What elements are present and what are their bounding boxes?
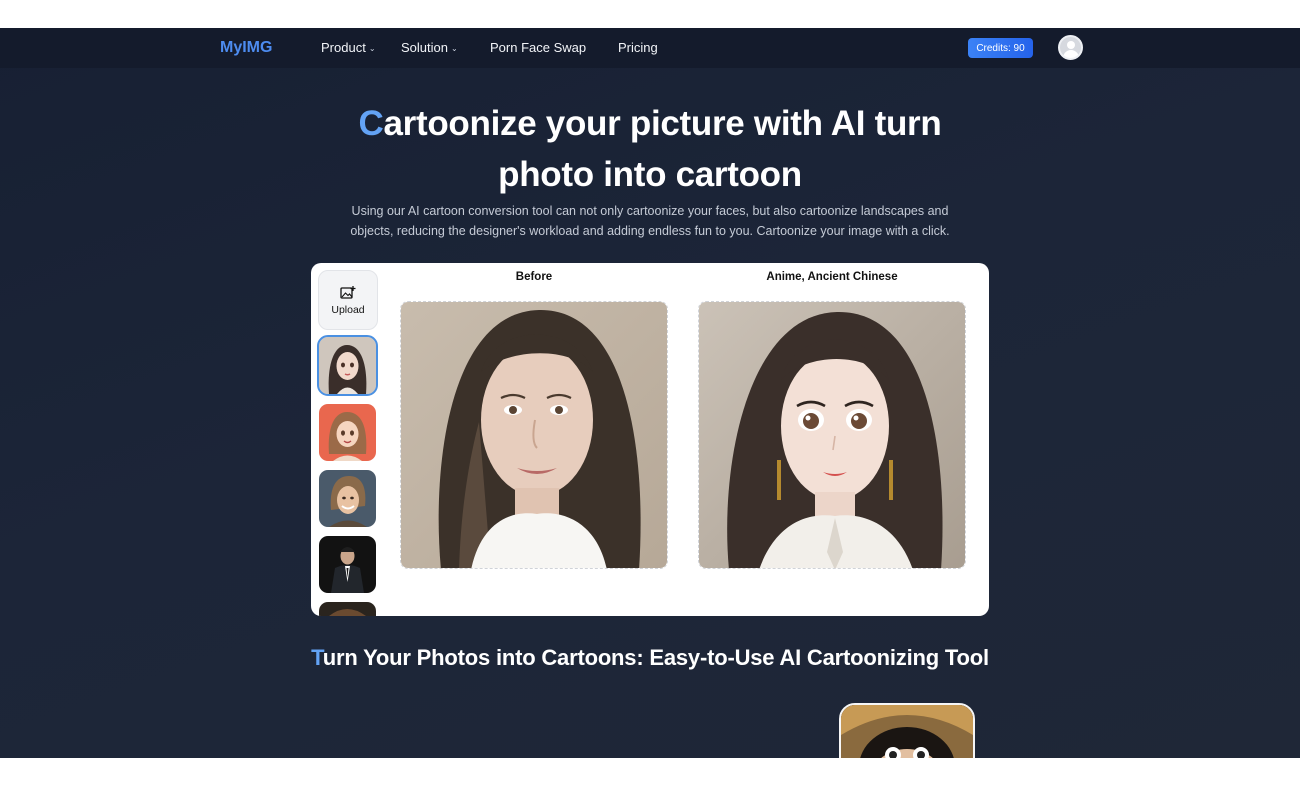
nav-product[interactable]: Product ⌄ <box>321 40 376 55</box>
anime-woman-thumbnail <box>319 337 376 394</box>
before-photo-woman <box>401 302 667 568</box>
avatar-head <box>1067 41 1075 49</box>
nav-face-swap-label: Porn Face Swap <box>490 40 587 55</box>
partial-thumbnail <box>319 602 376 616</box>
upload-button[interactable]: Upload <box>318 270 378 330</box>
cartoonize-tool-card: Upload Before Anime, Ancient Chinese <box>311 263 989 616</box>
nav-pricing[interactable]: Pricing <box>618 40 658 55</box>
style-thumbnail-man-in-suit[interactable] <box>319 536 376 593</box>
page-viewport: MyIMG Product ⌄ Solution ⌄ Porn Face Swa… <box>0 28 1300 758</box>
before-image <box>400 301 668 569</box>
chevron-down-icon: ⌄ <box>450 43 458 53</box>
hero-title-accent: C <box>358 104 384 143</box>
hero-subtitle: Using our AI cartoon conversion tool can… <box>350 204 950 238</box>
upload-label: Upload <box>331 303 365 316</box>
nav-product-label: Product <box>321 40 366 55</box>
anime-man-smiling-thumbnail <box>319 470 376 527</box>
image-plus-icon <box>340 285 356 299</box>
section-title-accent: T <box>311 645 323 670</box>
section-title-text: urn Your Photos into Cartoons: Easy-to-U… <box>322 645 989 670</box>
example-cartoon-thumbnail <box>839 703 975 758</box>
style-thumbnail-anime-man[interactable] <box>319 470 376 527</box>
section-title: Turn Your Photos into Cartoons: Easy-to-… <box>300 645 1000 671</box>
hero-title: Cartoonize your picture with AI turn pho… <box>330 98 970 200</box>
style-thumbnail-anime-girl[interactable] <box>319 404 376 461</box>
nav-face-swap[interactable]: Porn Face Swap <box>490 40 586 55</box>
straw-hat-cartoon-image <box>841 705 973 758</box>
style-thumbnail-anime-woman[interactable] <box>317 335 378 396</box>
credits-badge[interactable]: Credits: 90 <box>968 38 1033 58</box>
after-label: Anime, Ancient Chinese <box>766 271 898 283</box>
anime-girl-orange-thumbnail <box>319 404 376 461</box>
user-avatar-icon[interactable] <box>1058 35 1083 60</box>
nav-solution[interactable]: Solution ⌄ <box>401 40 458 55</box>
nav-pricing-label: Pricing <box>618 40 658 55</box>
after-image <box>698 301 966 569</box>
logo[interactable]: MyIMG <box>220 39 272 57</box>
top-navbar: MyIMG Product ⌄ Solution ⌄ Porn Face Swa… <box>0 28 1300 68</box>
style-thumbnail-partial[interactable] <box>319 602 376 616</box>
avatar-body <box>1063 50 1079 58</box>
hero-title-text: artoonize your picture with AI turn phot… <box>383 104 942 194</box>
nav-solution-label: Solution <box>401 40 448 55</box>
chevron-down-icon: ⌄ <box>368 43 376 53</box>
man-in-suit-thumbnail <box>319 536 376 593</box>
after-anime-woman <box>699 302 965 568</box>
before-label: Before <box>515 271 553 283</box>
